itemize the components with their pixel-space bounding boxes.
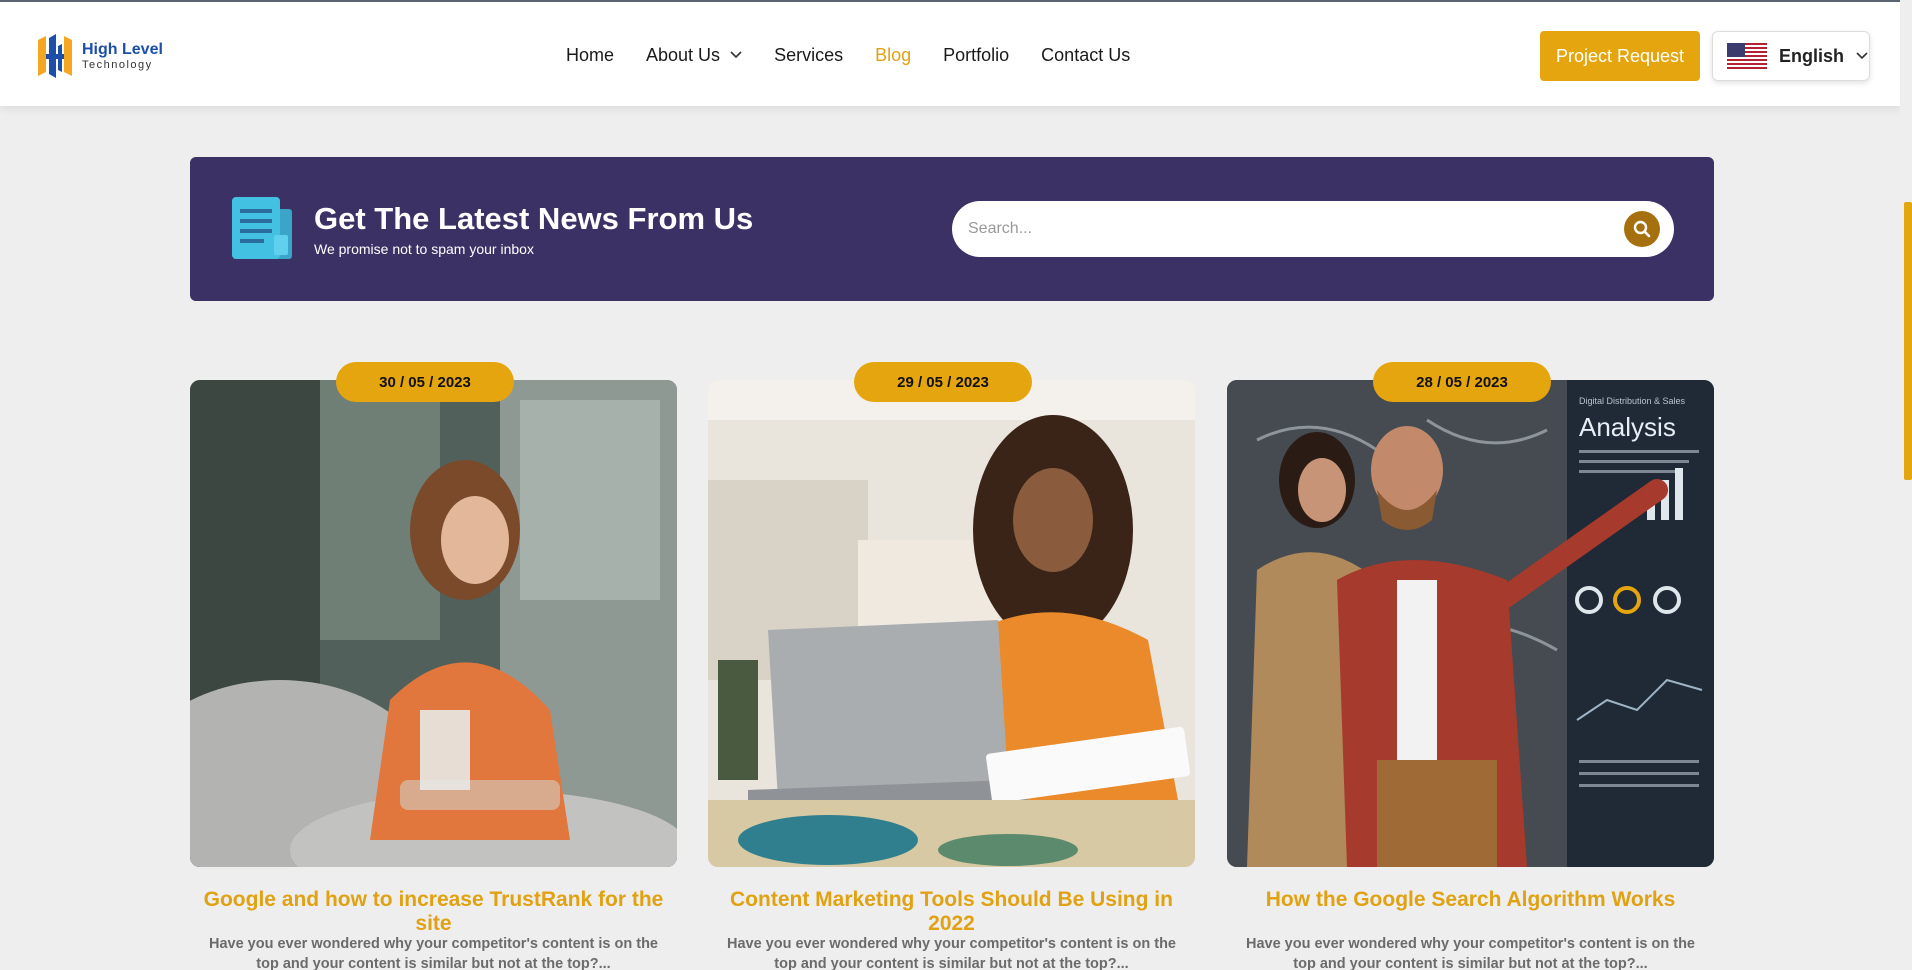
search-icon — [1633, 220, 1651, 238]
nav-about-us-label: About Us — [646, 44, 721, 65]
post-excerpt: Have you ever wondered why your competit… — [208, 936, 658, 970]
post-image-woman-laptop — [190, 380, 677, 867]
banner-subtitle: We promise not to spam your inbox — [314, 241, 534, 257]
blog-card[interactable]: Google and how to increase TrustRank for… — [190, 380, 677, 970]
nav-services[interactable]: Services — [774, 45, 843, 66]
blog-card[interactable]: Analysis Digital Distribution & Sales Ho… — [1227, 380, 1714, 970]
newspaper-icon — [232, 197, 292, 259]
chevron-down-icon — [730, 51, 742, 59]
news-banner: Get The Latest News From Us We promise n… — [190, 157, 1714, 301]
nav-contact-us[interactable]: Contact Us — [1041, 45, 1130, 66]
nav-home-label: Home — [566, 44, 615, 65]
post-date-badge: 29 / 05 / 2023 — [854, 362, 1032, 402]
post-title[interactable]: How the Google Search Algorithm Works — [1227, 888, 1714, 912]
post-date-badge: 28 / 05 / 2023 — [1373, 362, 1551, 402]
analysis-heading: Analysis — [1579, 412, 1676, 442]
search-input[interactable] — [968, 201, 1588, 257]
post-image[interactable]: Analysis Digital Distribution & Sales — [1227, 380, 1714, 867]
nav-blog[interactable]: Blog — [875, 45, 911, 66]
scrollbar-thumb[interactable] — [1904, 202, 1912, 480]
main-nav: Home About Us Services Blog Portfolio Co… — [566, 2, 1162, 108]
nav-contact-us-label: Contact Us — [1041, 44, 1131, 65]
post-excerpt: Have you ever wondered why your competit… — [726, 936, 1176, 970]
nav-services-label: Services — [774, 44, 844, 65]
blog-card[interactable]: Content Marketing Tools Should Be Using … — [708, 380, 1195, 970]
post-excerpt: Have you ever wondered why your competit… — [1245, 936, 1695, 970]
search-button[interactable] — [1624, 211, 1660, 247]
project-request-button[interactable]: Project Request — [1540, 31, 1700, 81]
language-label: English — [1779, 45, 1845, 66]
search-box — [952, 201, 1674, 257]
post-date-badge: 30 / 05 / 2023 — [336, 362, 514, 402]
chevron-down-icon — [1856, 52, 1868, 60]
nav-portfolio[interactable]: Portfolio — [943, 45, 1009, 66]
post-title[interactable]: Google and how to increase TrustRank for… — [190, 888, 677, 936]
post-image-analysis-board: Analysis Digital Distribution & Sales — [1227, 380, 1714, 867]
nav-about-us[interactable]: About Us — [646, 45, 742, 66]
logo-tagline: Technology — [82, 58, 153, 71]
logo-mark-icon — [38, 34, 72, 78]
page-scrollbar[interactable] — [1900, 0, 1912, 970]
post-image[interactable] — [708, 380, 1195, 867]
nav-home[interactable]: Home — [566, 45, 614, 66]
site-header: High Level Technology Home About Us Serv… — [0, 0, 1900, 106]
language-selector[interactable]: English — [1712, 31, 1870, 81]
logo[interactable]: High Level Technology — [32, 32, 163, 80]
banner-title: Get The Latest News From Us — [314, 201, 754, 236]
analysis-subheading: Digital Distribution & Sales — [1579, 396, 1686, 406]
post-title[interactable]: Content Marketing Tools Should Be Using … — [708, 888, 1195, 936]
logo-title: High Level — [82, 40, 163, 58]
post-image-woman-writing — [708, 380, 1195, 867]
nav-blog-label: Blog — [875, 44, 912, 65]
nav-portfolio-label: Portfolio — [943, 44, 1010, 65]
us-flag-icon — [1727, 43, 1767, 69]
post-image[interactable] — [190, 380, 677, 867]
